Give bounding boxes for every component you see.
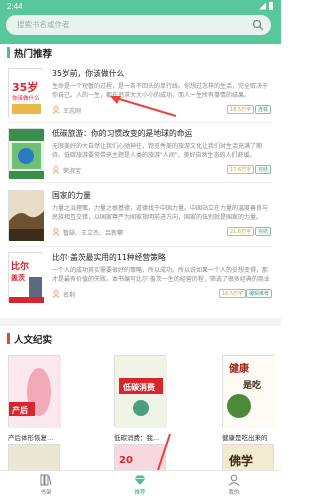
book-cover[interactable]: 比尔 盖茨 (8, 252, 44, 303)
svg-text:低碳消费: 低碳消费 (122, 382, 155, 392)
svg-text:盖茨: 盖茨 (11, 273, 25, 282)
book-author: 王志刚 (63, 108, 82, 115)
book-row-2[interactable]: 低碳旅游：你的习惯改变的是地球的命运 无限美好的大自然让我们心驰神往，饱览秀美的… (0, 128, 281, 198)
nav-label: 推荐 (134, 490, 146, 496)
section-marker (7, 333, 10, 344)
divider (8, 182, 273, 183)
book-author: 暂缺、王立杰、吕新攀 (63, 230, 124, 237)
book-row-4[interactable]: 比尔 盖茨 比尔·盖茨最实用的11种经营策略 一个人的成功其实需要很好的策略，所… (0, 252, 281, 322)
book-cover[interactable]: 佛学 (222, 444, 274, 470)
culture-book-3[interactable]: 健康 是吃 健康是吃出来的 (222, 355, 282, 442)
book-author: 名荆 (63, 292, 76, 299)
section-culture-title: 人文纪实 (14, 335, 53, 346)
section-hot-header: 热门推荐 (0, 44, 281, 62)
book-desc: 一个人的成功其实需要很好的策略，所以成功。所以说如果一个人的妥想变得，那才是最有… (52, 267, 270, 283)
book-desc: 力量之治理策，力量之根基德，道德找于中国力量。中国站立在力量的温度善良与民族相互… (52, 205, 269, 221)
signal-icon (259, 2, 266, 10)
search-icon[interactable] (252, 19, 264, 31)
status-badge: 编辑推荐 (246, 289, 273, 298)
section-gap (0, 318, 281, 326)
book-cover[interactable]: 35岁 你该做什么 (8, 68, 44, 119)
battery-icon (269, 2, 273, 10)
status-bar: 2:44 (0, 0, 281, 14)
status-badge: 完结 (255, 165, 272, 174)
book-title[interactable]: 比尔·盖茨最实用的11种经营策略 (52, 252, 166, 263)
nav-recommend[interactable]: 推荐 (120, 474, 160, 500)
svg-text:你该做什么: 你该做什么 (12, 94, 40, 102)
nav-label: 我的 (228, 490, 240, 496)
nav-label: 书架 (40, 490, 52, 496)
book-title[interactable]: 国家的力量 (52, 190, 91, 201)
svg-text:比尔: 比尔 (11, 260, 29, 272)
book-cover[interactable] (8, 190, 44, 241)
svg-text:20: 20 (119, 455, 133, 466)
divider (8, 246, 273, 247)
author-icon (52, 106, 60, 114)
svg-text:产后: 产后 (12, 405, 28, 415)
word-count-badge: 21.6万字 (227, 227, 255, 236)
book-row-3[interactable]: 国家的力量 力量之治理策，力量之根基德，道德找于中国力量。中国站立在力量的温度善… (0, 190, 281, 260)
culture-book-2[interactable]: 低碳消费 低碳消费：我... (114, 355, 174, 442)
svg-text:佛学: 佛学 (228, 453, 253, 468)
culture-book-1[interactable]: 产后 产后体形恢复... (8, 355, 68, 442)
annotation-arrow-icon (110, 96, 177, 117)
app-header: 2:44 搜索书名或作者 (0, 0, 281, 44)
svg-text:是吃: 是吃 (242, 379, 261, 391)
svg-text:35岁: 35岁 (12, 80, 38, 94)
author-icon (52, 166, 60, 174)
word-count-badge: 16.5万字 (219, 289, 247, 298)
status-badge: 连载 (255, 105, 272, 114)
section-culture-header: 人文纪实 (0, 330, 281, 348)
book-title[interactable]: 健康是吃出来的 (222, 432, 268, 442)
author-icon (52, 290, 60, 298)
book-desc: 无限美好的大自然让我们心驰神往，饱览秀美的旅游文化让我们对生活充满了期待。低碳旅… (52, 143, 263, 159)
status-icons (259, 2, 273, 10)
bottom-nav: 书架 推荐 我的 (0, 470, 281, 500)
word-count-badge: 17.6万字 (227, 165, 255, 174)
word-count-badge: 18.5万字 (227, 105, 255, 114)
book-cover[interactable] (8, 128, 44, 179)
status-time: 2:44 (7, 2, 23, 11)
divider (8, 122, 273, 123)
author-icon (52, 228, 60, 236)
book-cover[interactable] (8, 444, 60, 470)
search-input[interactable]: 搜索书名或作者 (6, 15, 271, 35)
book-author: 荣淑宝 (63, 168, 82, 175)
status-badge: 完结 (255, 227, 272, 236)
profile-icon (228, 474, 240, 486)
book-cover[interactable]: 健康 是吃 (222, 355, 275, 428)
book-cover[interactable]: 产后 (8, 355, 61, 428)
book-title[interactable]: 低碳旅游：你的习惯改变的是地球的命运 (52, 128, 192, 139)
section-hot-title: 热门推荐 (14, 49, 53, 60)
diamond-icon (134, 475, 146, 485)
search-placeholder: 搜索书名或作者 (17, 20, 70, 29)
book-title[interactable]: 35岁前，你该做什么 (52, 68, 124, 79)
nav-bookshelf[interactable]: 书架 (26, 474, 66, 500)
book-cover[interactable]: 低碳消费 (114, 355, 167, 428)
svg-text:健康: 健康 (229, 362, 250, 375)
bookshelf-icon (40, 474, 52, 486)
section-marker (7, 47, 10, 58)
book-title[interactable]: 产后体形恢复... (8, 432, 53, 442)
nav-profile[interactable]: 我的 (214, 474, 254, 500)
